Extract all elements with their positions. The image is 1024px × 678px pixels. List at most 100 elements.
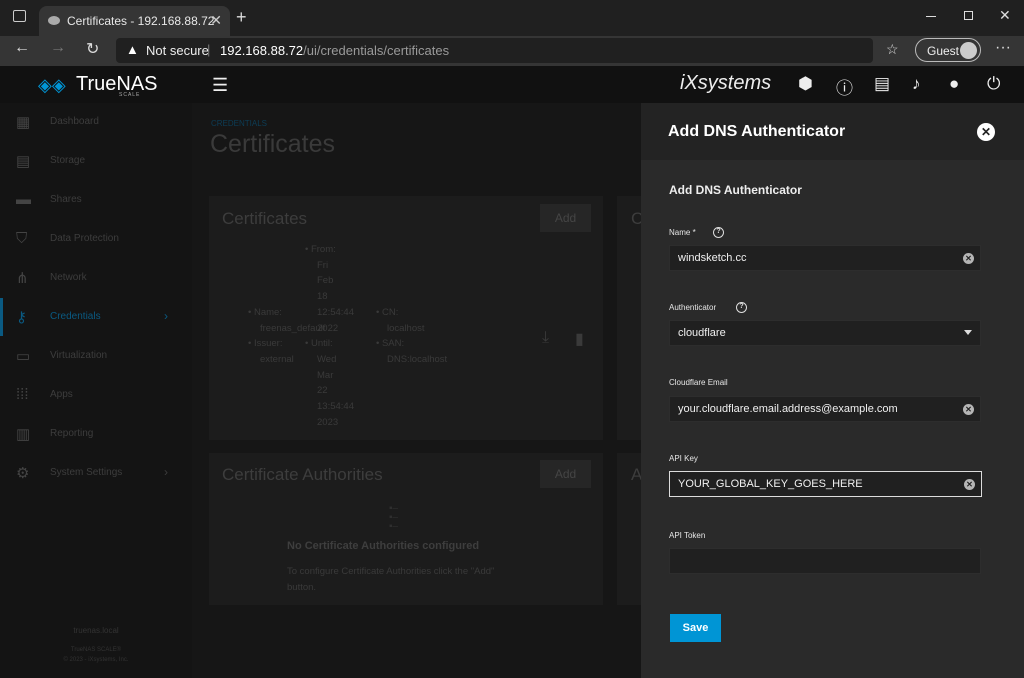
sidebar-item-apps[interactable]: ⁞⁞⁞ Apps [0,376,192,415]
sidebar-item-label: Storage [50,155,86,166]
form-section-title: Add DNS Authenticator [669,183,802,197]
authenticator-label: Authenticator [669,303,717,312]
sidebar-item-label: Data Protection [50,233,119,244]
sidebar-item-dashboard[interactable]: ▦ Dashboard [0,103,192,142]
sidebar-item-shares[interactable]: ▬ Shares [0,181,192,220]
info-icon[interactable]: ⓘ [836,74,853,99]
address-bar[interactable]: ▲ Not secure | 192.168.88.72/ui/credenti… [116,38,873,63]
tab-title: Certificates - 192.168.88.72 [67,14,215,28]
new-tab-icon[interactable]: + [236,7,247,28]
cert-validity: • From: Fri Feb 18 12:54:44 2022 • Until… [305,244,354,428]
chevron-right-icon: › [164,309,168,323]
jobs-clipboard-icon[interactable]: ▤ [874,74,890,94]
ca-empty-title: No Certificate Authorities configured [287,540,480,552]
menu-toggle-icon[interactable]: ☰ [212,75,228,96]
sidebar-item-data-protection[interactable]: ⛉ Data Protection [0,220,192,259]
minimize-icon[interactable] [926,16,936,17]
cloudflare-email-label: Cloudflare Email [669,378,728,387]
monitor-icon: ▭ [16,348,31,365]
sidebar-item-label: Apps [50,389,73,400]
sidebar-item-label: Network [50,272,87,283]
api-key-value: YOUR_GLOBAL_KEY_GOES_HERE [678,478,863,490]
dashboard-icon: ▦ [16,114,31,131]
api-key-label: API Key [669,454,698,463]
sidebar-item-label: Dashboard [50,116,99,127]
gear-icon: ⚙ [16,465,30,482]
reload-icon[interactable]: ↻ [86,39,99,59]
notifications-bell-icon[interactable]: ♪ [912,74,921,94]
tab-favicon-icon [48,16,60,25]
delete-icon[interactable]: ▮ [575,329,584,349]
save-button[interactable]: Save [670,614,721,642]
account-icon[interactable]: ● [949,74,959,94]
copyright: TrueNAS SCALE® © 2023 - iXsystems, Inc. [0,645,192,665]
truenas-logo[interactable]: ◈◈ TrueNAS SCALE [38,73,158,98]
truenas-logo-mark-icon: ◈◈ [38,75,66,95]
browser-toolbar: ← → ↻ ▲ Not secure | 192.168.88.72/ui/cr… [0,36,1024,66]
name-value: windsketch.cc [678,252,747,264]
browser-tab[interactable]: Certificates - 192.168.88.72 ✕ [39,6,230,36]
sidebar-item-credentials[interactable]: ⚷ Credentials › [0,298,192,337]
panel-title: Add DNS Authenticator [668,123,846,140]
chart-icon: ▥ [16,426,31,443]
logo-edition: SCALE [119,92,141,98]
add-certificate-button[interactable]: Add [540,204,591,232]
empty-list-icon: ▪– ▪– ▪– [389,503,399,532]
key-icon: ⚷ [16,309,27,326]
storage-icon: ▤ [16,153,31,170]
clear-name-icon[interactable]: ✕ [963,253,974,264]
window-close-icon[interactable]: ✕ [999,7,1011,24]
authenticator-help-icon[interactable]: ? [736,302,747,313]
not-secure-label[interactable]: Not secure [146,43,209,58]
copyright-line-2: © 2023 - iXsystems, Inc. [63,657,129,663]
forward-icon[interactable]: → [50,39,66,57]
profile-button[interactable]: Guest [915,38,981,62]
cert-cn-san: • CN: localhost • SAN: DNS:localhost [376,307,448,366]
truecommand-icon[interactable]: ⬢ [798,74,813,94]
api-key-input[interactable]: YOUR_GLOBAL_KEY_GOES_HERE ✕ [669,471,982,497]
download-icon[interactable]: ⤓ [542,329,549,347]
api-token-input[interactable] [669,548,981,574]
cloudflare-email-input[interactable]: your.cloudflare.email.address@example.co… [669,396,981,422]
cloudflare-email-value: your.cloudflare.email.address@example.co… [678,403,898,415]
close-panel-icon[interactable]: ✕ [977,123,995,141]
add-certificate-authority-button[interactable]: Add [540,460,591,488]
clear-api-key-icon[interactable]: ✕ [964,479,975,490]
ixsystems-logo[interactable]: iXsystems [680,72,771,95]
url-text[interactable]: 192.168.88.72/ui/credentials/certificate… [220,43,449,58]
name-help-icon[interactable]: ? [713,227,724,238]
favorites-icon[interactable]: ☆ [886,41,899,58]
logo-name: TrueNAS [76,73,158,95]
sidebar-item-reporting[interactable]: ▥ Reporting [0,415,192,454]
tab-actions-icon[interactable] [13,10,26,22]
network-icon: ⋔ [16,270,29,287]
browser-tab-bar: Certificates - 192.168.88.72 ✕ + ✕ [0,0,1024,36]
authenticator-select[interactable]: cloudflare [669,320,981,346]
sidebar-item-storage[interactable]: ▤ Storage [0,142,192,181]
sidebar-item-label: Reporting [50,428,94,439]
clear-email-icon[interactable]: ✕ [963,404,974,415]
shares-icon: ▬ [16,191,31,208]
more-options-icon[interactable]: ··· [995,39,1011,57]
power-icon[interactable]: ⏻ [987,74,1000,94]
partial-card-1 [617,196,641,440]
copyright-line-1: TrueNAS SCALE® [70,647,122,653]
hostname: truenas.local [73,626,119,635]
tab-close-icon[interactable]: ✕ [210,12,222,29]
sidebar-item-label: System Settings [50,467,123,478]
profile-avatar-icon [960,42,977,59]
back-icon[interactable]: ← [14,39,30,57]
sidebar-item-virtualization[interactable]: ▭ Virtualization [0,337,192,376]
warning-icon[interactable]: ▲ [126,42,139,57]
api-token-label: API Token [669,531,706,540]
name-input[interactable]: windsketch.cc ✕ [669,245,981,271]
sidebar-item-network[interactable]: ⋔ Network [0,259,192,298]
chevron-down-icon[interactable] [964,330,972,335]
breadcrumb[interactable]: CREDENTIALS [211,119,267,128]
maximize-icon[interactable] [964,11,973,20]
certificates-card-title: Certificates [222,209,308,228]
authenticator-value: cloudflare [678,327,726,339]
chevron-right-icon: › [164,465,168,479]
apps-icon: ⁞⁞⁞ [16,386,29,403]
sidebar-item-system-settings[interactable]: ⚙ System Settings › [0,454,192,493]
